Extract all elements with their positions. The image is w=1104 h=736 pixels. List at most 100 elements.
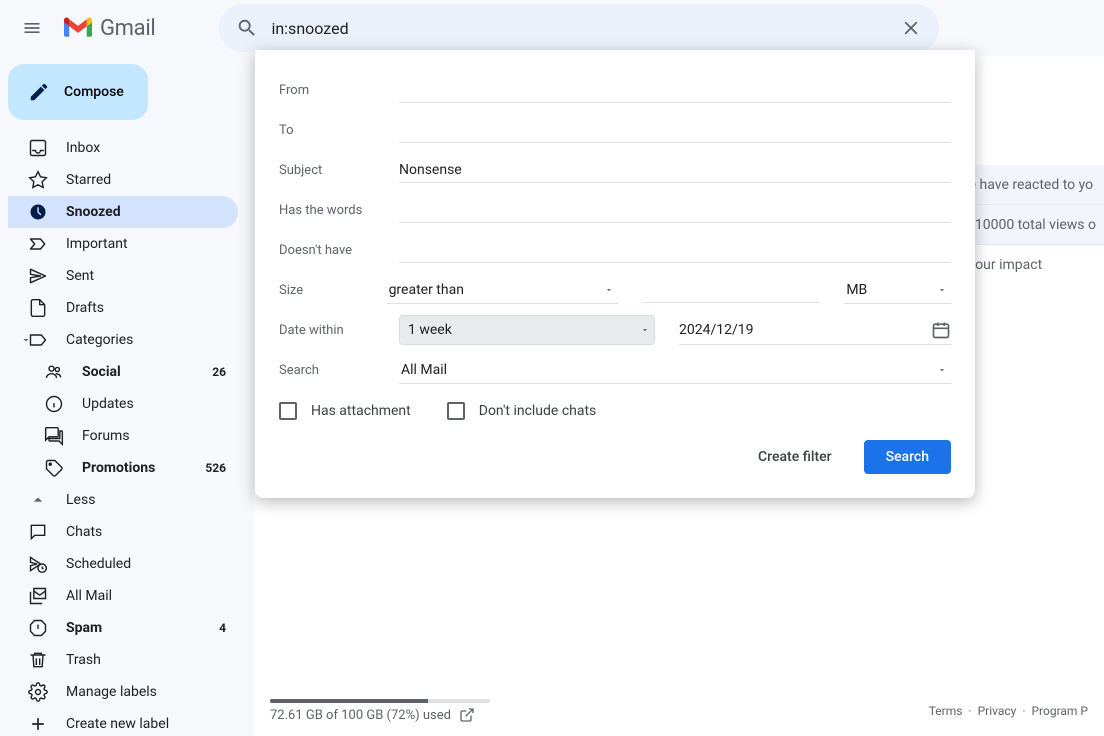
- message-list-peek: e have reacted to yo , 10000 total views…: [961, 165, 1104, 285]
- search-submit-button[interactable]: Search: [864, 440, 951, 474]
- subject-label: Subject: [279, 163, 399, 178]
- chevron-down-icon: [18, 334, 34, 346]
- trash-icon: [28, 650, 48, 670]
- clock-icon: [28, 202, 48, 222]
- size-unit-select[interactable]: MB: [844, 276, 951, 304]
- message-row[interactable]: , 10000 total views o: [961, 205, 1104, 245]
- search-bar: [219, 4, 939, 52]
- has-attachment-checkbox[interactable]: Has attachment: [279, 402, 411, 420]
- nav-label: Chats: [66, 524, 226, 540]
- forum-icon: [44, 426, 64, 446]
- checkbox-icon: [279, 402, 297, 420]
- has-words-input[interactable]: [399, 198, 951, 223]
- search-options-panel: From To Subject Has the words Doesn't ha…: [255, 50, 975, 498]
- sidebar-item-sent[interactable]: Sent: [8, 260, 238, 292]
- compose-button[interactable]: Compose: [8, 64, 148, 120]
- pencil-icon: [28, 81, 50, 103]
- storage-indicator[interactable]: 72.61 GB of 100 GB (72%) used: [270, 699, 490, 723]
- sidebar-item-inbox[interactable]: Inbox: [8, 132, 238, 164]
- sidebar-item-starred[interactable]: Starred: [8, 164, 238, 196]
- footer-links: Terms · Privacy · Program P: [929, 704, 1088, 718]
- message-row[interactable]: your impact: [961, 245, 1104, 285]
- nav-count: 26: [212, 365, 226, 379]
- sidebar-item-important[interactable]: Important: [8, 228, 238, 260]
- nav-label: Starred: [66, 172, 226, 188]
- gear-icon: [28, 682, 48, 702]
- dont-include-chats-checkbox[interactable]: Don't include chats: [447, 402, 597, 420]
- message-row[interactable]: e have reacted to yo: [961, 165, 1104, 205]
- star-icon: [28, 170, 48, 190]
- nav-label: Categories: [66, 332, 226, 348]
- nav-label: Important: [66, 236, 226, 252]
- important-icon: [28, 234, 48, 254]
- nav-count: 4: [219, 621, 226, 635]
- has-words-label: Has the words: [279, 203, 399, 218]
- date-within-label: Date within: [279, 323, 399, 338]
- nav-label: Social: [82, 364, 212, 380]
- nav-label: Snoozed: [66, 204, 226, 220]
- search-input[interactable]: [267, 19, 891, 38]
- footer-link-terms[interactable]: Terms: [929, 704, 963, 718]
- info-icon: [44, 394, 64, 414]
- main-menu-button[interactable]: [8, 4, 56, 52]
- sidebar-item-spam[interactable]: Spam 4: [8, 612, 238, 644]
- sidebar-item-trash[interactable]: Trash: [8, 644, 238, 676]
- header: Gmail: [0, 0, 1104, 56]
- size-operator-select[interactable]: greater than: [387, 276, 619, 304]
- stacked-mail-icon: [28, 586, 48, 606]
- storage-text: 72.61 GB of 100 GB (72%) used: [270, 708, 451, 723]
- nav-label: Drafts: [66, 300, 226, 316]
- file-icon: [28, 298, 48, 318]
- search-button[interactable]: [227, 8, 267, 48]
- size-value-input[interactable]: [642, 278, 820, 303]
- sidebar-item-manage-labels[interactable]: Manage labels: [8, 676, 238, 708]
- doesnt-have-input[interactable]: [399, 238, 951, 263]
- sidebar-item-all-mail[interactable]: All Mail: [8, 580, 238, 612]
- from-input[interactable]: [399, 78, 951, 103]
- search-bar-container: [219, 4, 939, 52]
- search-in-select[interactable]: All Mail: [399, 356, 951, 384]
- create-filter-button[interactable]: Create filter: [746, 441, 844, 473]
- nav-label: Manage labels: [66, 684, 226, 700]
- sidebar-item-forums[interactable]: Forums: [8, 420, 238, 452]
- hamburger-icon: [22, 18, 42, 38]
- nav-count: 526: [205, 461, 226, 475]
- size-operator-value: greater than: [389, 282, 464, 298]
- sidebar: Compose Inbox Starred Snoozed Important …: [0, 56, 254, 736]
- date-input[interactable]: 2024/12/19: [679, 322, 931, 338]
- sidebar-item-create-label[interactable]: Create new label: [8, 708, 238, 736]
- nav-label: Create new label: [66, 716, 226, 732]
- sidebar-item-promotions[interactable]: Promotions 526: [8, 452, 238, 484]
- doesnt-have-label: Doesn't have: [279, 243, 399, 258]
- gmail-icon: [64, 17, 92, 39]
- gmail-logo[interactable]: Gmail: [56, 16, 163, 41]
- sidebar-item-social[interactable]: Social 26: [8, 356, 238, 388]
- chevron-up-icon: [28, 490, 48, 510]
- open-in-new-icon[interactable]: [459, 707, 475, 723]
- search-in-value: All Mail: [401, 362, 447, 378]
- checkbox-icon: [447, 402, 465, 420]
- people-icon: [44, 362, 64, 382]
- compose-label: Compose: [64, 84, 124, 100]
- sidebar-item-less[interactable]: Less: [8, 484, 238, 516]
- subject-input[interactable]: [399, 158, 951, 183]
- sidebar-item-updates[interactable]: Updates: [8, 388, 238, 420]
- sidebar-item-categories[interactable]: Categories: [8, 324, 238, 356]
- search-clear-button[interactable]: [891, 8, 931, 48]
- date-within-value: 1 week: [408, 322, 452, 338]
- sidebar-item-drafts[interactable]: Drafts: [8, 292, 238, 324]
- to-input[interactable]: [399, 118, 951, 143]
- sidebar-item-chats[interactable]: Chats: [8, 516, 238, 548]
- sidebar-item-scheduled[interactable]: Scheduled: [8, 548, 238, 580]
- nav-label: Trash: [66, 652, 226, 668]
- calendar-icon[interactable]: [931, 320, 951, 340]
- footer-link-privacy[interactable]: Privacy: [978, 704, 1017, 718]
- plus-icon: [28, 714, 48, 734]
- nav-label: Promotions: [82, 460, 205, 476]
- footer-link-program[interactable]: Program P: [1031, 704, 1088, 718]
- from-label: From: [279, 83, 399, 98]
- nav-label: Scheduled: [66, 556, 226, 572]
- date-within-select[interactable]: 1 week: [399, 315, 655, 345]
- search-in-label: Search: [279, 363, 399, 378]
- sidebar-item-snoozed[interactable]: Snoozed: [8, 196, 238, 228]
